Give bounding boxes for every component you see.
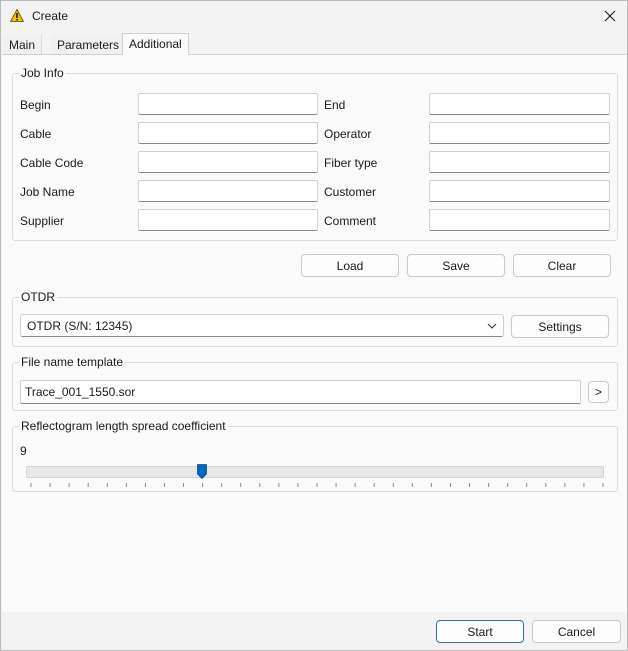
tab-main[interactable]: Main bbox=[3, 35, 43, 55]
file-template-browse-button[interactable]: > bbox=[588, 381, 609, 403]
fiber-type-field[interactable] bbox=[429, 151, 610, 173]
job-info-legend: Job Info bbox=[19, 66, 66, 80]
job-info-group: Job Info Begin Cable Cable Code Job Name… bbox=[12, 66, 618, 241]
supplier-field[interactable] bbox=[138, 209, 318, 231]
tab-strip: Main Parameters Additional bbox=[1, 33, 627, 55]
customer-field[interactable] bbox=[429, 180, 610, 202]
close-button[interactable] bbox=[597, 5, 623, 27]
file-name-template-input[interactable] bbox=[20, 380, 581, 404]
window-title: Create bbox=[32, 9, 69, 23]
spread-coefficient-value: 9 bbox=[20, 444, 27, 458]
job-name-field[interactable] bbox=[138, 180, 318, 202]
chevron-down-icon bbox=[487, 323, 497, 329]
slider-thumb[interactable] bbox=[197, 464, 208, 479]
save-button[interactable]: Save bbox=[407, 254, 505, 277]
title-bar: Create bbox=[1, 1, 627, 31]
file-name-template-legend: File name template bbox=[19, 355, 126, 369]
clear-button[interactable]: Clear bbox=[513, 254, 611, 277]
operator-label: Operator bbox=[324, 127, 372, 141]
customer-label: Customer bbox=[324, 185, 377, 199]
start-button[interactable]: Start bbox=[436, 620, 524, 643]
create-dialog: Create Main Parameters Additional Job In… bbox=[0, 0, 628, 651]
slider-tick-marks bbox=[30, 483, 604, 487]
supplier-label: Supplier bbox=[20, 214, 65, 228]
reflectogram-legend: Reflectogram length spread coefficient bbox=[19, 419, 228, 433]
begin-field[interactable] bbox=[138, 93, 318, 115]
otdr-select[interactable]: OTDR (S/N: 12345) bbox=[20, 314, 504, 337]
cable-code-field[interactable] bbox=[138, 151, 318, 173]
load-button[interactable]: Load bbox=[301, 254, 399, 277]
spread-coefficient-slider[interactable] bbox=[26, 466, 604, 478]
reflectogram-group: Reflectogram length spread coefficient 9 bbox=[12, 419, 618, 492]
close-icon bbox=[604, 10, 616, 22]
job-name-label: Job Name bbox=[20, 185, 75, 199]
otdr-settings-button[interactable]: Settings bbox=[511, 315, 609, 338]
otdr-legend: OTDR bbox=[19, 290, 57, 304]
operator-field[interactable] bbox=[429, 122, 610, 144]
comment-field[interactable] bbox=[429, 209, 610, 231]
otdr-group: OTDR OTDR (S/N: 12345) Settings bbox=[12, 290, 618, 347]
warning-triangle-icon bbox=[10, 9, 24, 22]
cable-code-label: Cable Code bbox=[20, 156, 84, 170]
file-name-template-group: File name template > bbox=[12, 355, 618, 411]
cable-field[interactable] bbox=[138, 122, 318, 144]
cancel-button[interactable]: Cancel bbox=[532, 620, 621, 643]
tab-parameters[interactable]: Parameters bbox=[51, 35, 127, 55]
comment-label: Comment bbox=[324, 214, 377, 228]
dialog-footer: Start Cancel bbox=[1, 612, 627, 650]
additional-tab-page: Job Info Begin Cable Cable Code Job Name… bbox=[2, 54, 627, 612]
cable-label: Cable bbox=[20, 127, 52, 141]
begin-label: Begin bbox=[20, 98, 51, 112]
tab-additional[interactable]: Additional bbox=[122, 33, 189, 55]
end-field[interactable] bbox=[429, 93, 610, 115]
fiber-type-label: Fiber type bbox=[324, 156, 378, 170]
otdr-selected-value: OTDR (S/N: 12345) bbox=[27, 319, 133, 333]
end-label: End bbox=[324, 98, 346, 112]
